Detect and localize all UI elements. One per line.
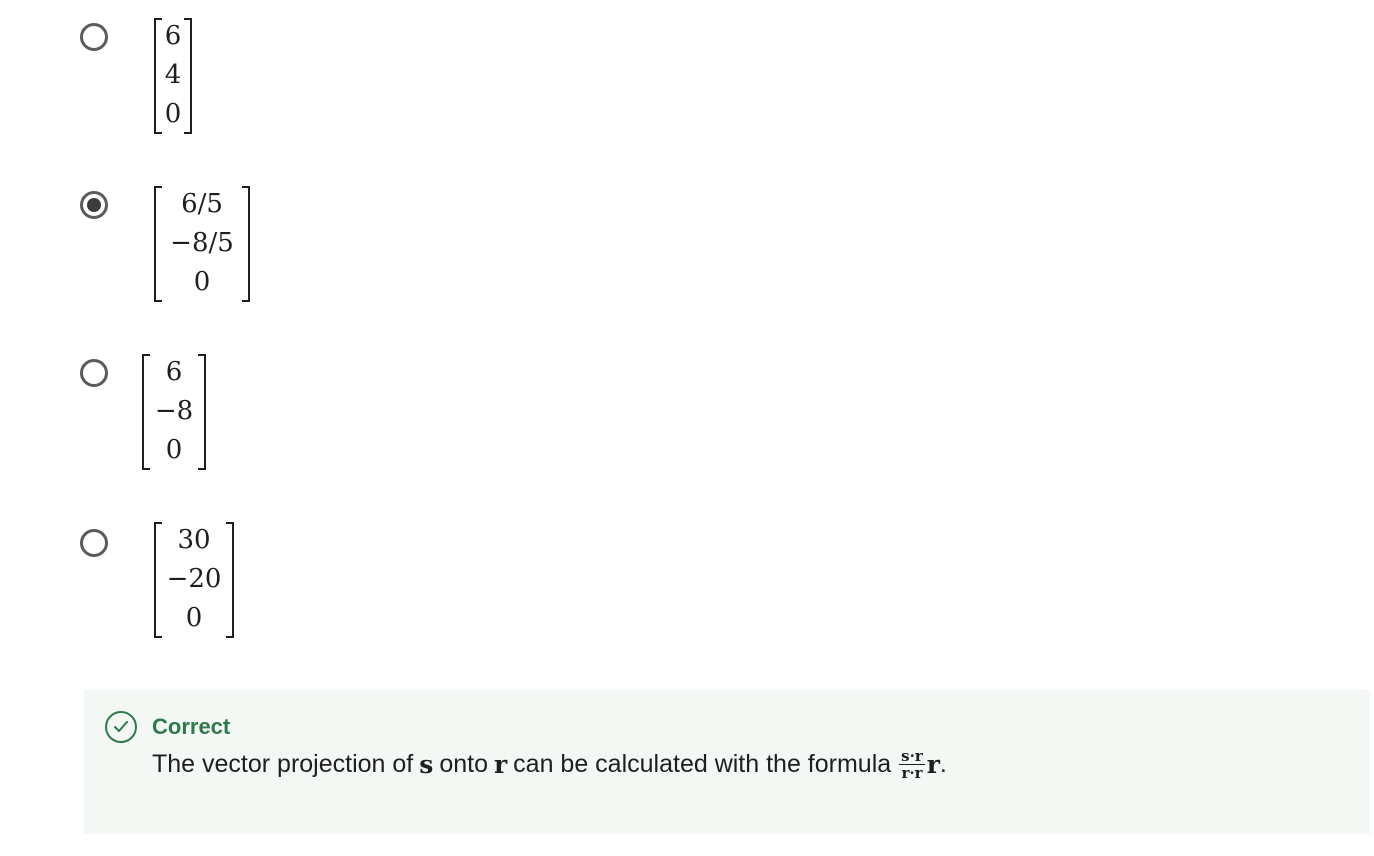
feedback-panel: Correct The vector projection of s onto … xyxy=(84,690,1370,834)
vector-entry: 0 xyxy=(193,267,211,297)
vector-entry: 30 xyxy=(177,525,211,555)
feedback-explanation: The vector projection of s onto r can be… xyxy=(152,748,947,781)
vector-option-3: 6 −8 0 xyxy=(142,354,206,470)
vector-entry: 6 xyxy=(164,21,182,51)
vector-s: s xyxy=(419,750,434,779)
vector-entry: 0 xyxy=(185,603,203,633)
period: . xyxy=(939,750,947,778)
vector-entry: 6/5 xyxy=(181,189,223,219)
vector-entry: 0 xyxy=(165,435,183,465)
fraction-denominator: r·r xyxy=(901,764,923,782)
radio-button-option-2[interactable] xyxy=(80,191,108,219)
projection-formula-fraction: s·r r·r xyxy=(899,748,925,781)
radio-button-option-3[interactable] xyxy=(80,359,108,387)
feedback-status: Correct xyxy=(152,714,231,739)
fraction-numerator: s·r xyxy=(899,747,925,765)
explanation-text: The vector projection of xyxy=(152,750,414,778)
vector-entry: −8 xyxy=(154,396,194,426)
vector-option-2: 6/5 −8/5 0 xyxy=(154,186,250,302)
vector-option-4: 30 −20 0 xyxy=(154,522,234,638)
radio-button-option-4[interactable] xyxy=(80,529,108,557)
vector-entry: −20 xyxy=(166,564,222,594)
vector-entry: 6 xyxy=(165,357,183,387)
vector-r: r xyxy=(494,750,508,779)
vector-option-1: 6 4 0 xyxy=(154,18,192,134)
radio-button-option-1[interactable] xyxy=(80,23,108,51)
vector-r-tail: r xyxy=(926,750,940,779)
explanation-text: onto xyxy=(439,750,488,778)
vector-entry: −8/5 xyxy=(170,228,234,258)
vector-entry: 4 xyxy=(164,60,182,90)
check-circle-icon xyxy=(105,711,137,743)
explanation-text: can be calculated with the formula xyxy=(513,750,892,778)
vector-entry: 0 xyxy=(164,99,182,129)
